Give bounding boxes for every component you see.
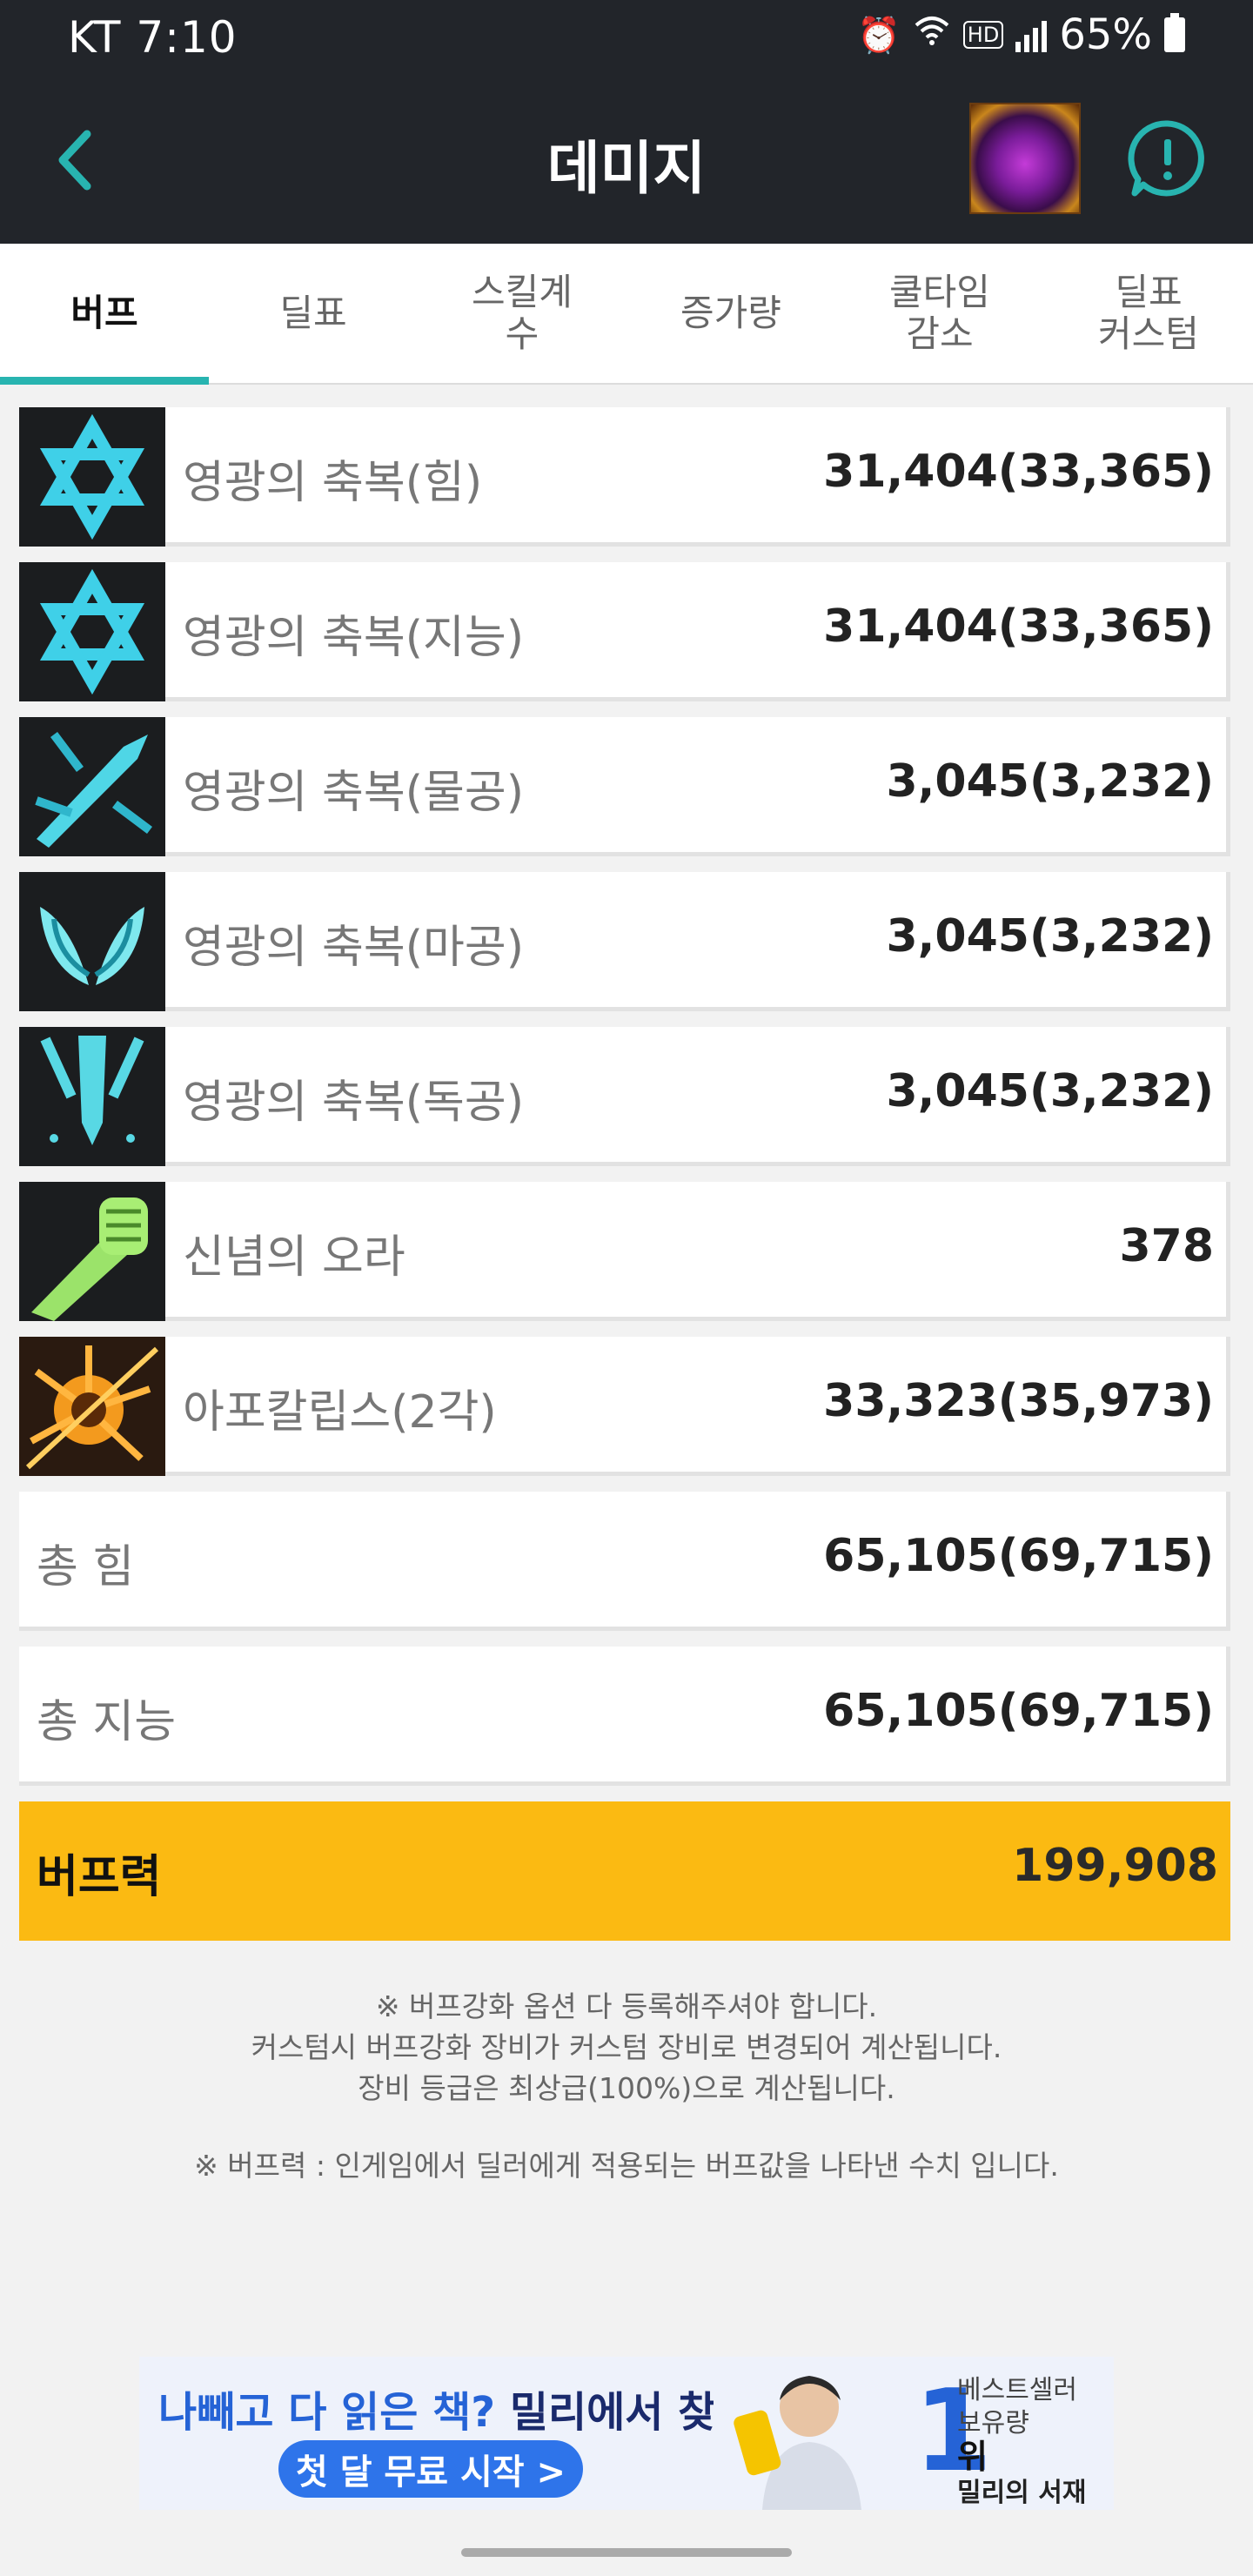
buff-row: 영광의 축복(독공) 3,045(3,232)	[19, 1027, 1230, 1166]
battery-icon	[1164, 13, 1185, 52]
tab-label: 증가량	[680, 291, 781, 334]
ad-side-text: 베스트셀러 보유량 위 밀리의 서재	[957, 2374, 1086, 2510]
tab-bar: 버프 딜표 스킬계 수 증가량 쿨타임 감소 딜표 커스텀	[0, 244, 1253, 385]
total-strength-row: 총 힘 65,105(69,715)	[19, 1492, 1230, 1631]
total-name: 총 힘	[37, 1541, 135, 1593]
ad-banner[interactable]: 나빼고 다 읽은 책? 밀리에서 찾아봐! 첫 달 무료 시작 > 1 베스트셀…	[139, 2357, 1114, 2510]
buff-row: 아포칼립스(2각) 33,323(35,973)	[19, 1337, 1230, 1476]
tab-label: 쿨타임 감소	[889, 270, 990, 355]
buff-power-label: 버프력	[37, 1851, 162, 1903]
buff-row: 영광의 축복(물공) 3,045(3,232)	[19, 717, 1230, 856]
buff-name: 영광의 축복(힘)	[183, 457, 483, 509]
explosion-icon	[19, 1337, 165, 1476]
ad-side-line: 위	[957, 2438, 988, 2476]
tab-skill-coefficient[interactable]: 스킬계 수	[418, 244, 626, 383]
buff-power-row: 버프력 199,908	[19, 1801, 1230, 1941]
status-icons: ⏰ HD 65%	[857, 10, 1185, 59]
note-line: 장비 등급은 최상급(100%)으로 계산됩니다.	[358, 2071, 895, 2105]
ad-person-image	[714, 2362, 879, 2510]
signal-icon	[1015, 17, 1048, 52]
ad-side-line: 보유량	[957, 2408, 1029, 2438]
total-name: 총 지능	[37, 1696, 177, 1748]
wings-icon	[19, 872, 165, 1011]
hd-icon: HD	[962, 21, 1004, 49]
buff-row: 신념의 오라 378	[19, 1182, 1230, 1321]
note-line: 커스텀시 버프강화 장비가 커스텀 장비로 변경되어 계산됩니다.	[251, 2030, 1002, 2064]
buff-row: 영광의 축복(힘) 31,404(33,365)	[19, 407, 1230, 547]
fist-icon	[19, 1182, 165, 1321]
sword-icon	[19, 717, 165, 856]
buff-value: 31,404(33,365)	[823, 446, 1214, 498]
alert-button[interactable]	[1128, 118, 1208, 198]
tab-deal-custom[interactable]: 딜표 커스텀	[1044, 244, 1253, 383]
buff-name: 영광의 축복(지능)	[183, 612, 524, 664]
buff-row: 영광의 축복(마공) 3,045(3,232)	[19, 872, 1230, 1011]
total-value: 65,105(69,715)	[823, 1530, 1214, 1582]
battery-percent: 65%	[1059, 10, 1152, 59]
tab-label: 딜표 커스텀	[1098, 270, 1199, 355]
dagger-icon	[19, 1027, 165, 1166]
buff-row: 영광의 축복(지능) 31,404(33,365)	[19, 562, 1230, 701]
ad-cta-button[interactable]: 첫 달 무료 시작 >	[278, 2440, 583, 2498]
tab-label: 버프	[70, 291, 138, 334]
buff-name: 영광의 축복(독공)	[183, 1077, 524, 1129]
ad-side-line: 베스트셀러	[957, 2375, 1077, 2405]
buff-value: 378	[1119, 1220, 1214, 1272]
hexagram-icon	[19, 562, 165, 701]
buff-name: 영광의 축복(마공)	[183, 922, 524, 974]
total-value: 65,105(69,715)	[823, 1685, 1214, 1737]
tab-cooldown[interactable]: 쿨타임 감소	[835, 244, 1044, 383]
buff-value: 33,323(35,973)	[823, 1375, 1214, 1427]
buff-power-value: 199,908	[1012, 1840, 1218, 1892]
home-indicator[interactable]	[461, 2548, 792, 2557]
app-bar: 데미지	[0, 77, 1253, 244]
footnotes: ※ 버프강화 옵션 다 등록해주셔야 합니다. 커스텀시 버프강화 장비가 커스…	[0, 1986, 1253, 2186]
buff-name: 아포칼립스(2각)	[183, 1386, 497, 1439]
note-line: ※ 버프강화 옵션 다 등록해주셔야 합니다.	[375, 1989, 878, 2023]
buff-name: 영광의 축복(물공)	[183, 767, 524, 819]
buff-value: 31,404(33,365)	[823, 600, 1214, 653]
total-intelligence-row: 총 지능 65,105(69,715)	[19, 1647, 1230, 1786]
alarm-icon: ⏰	[856, 15, 901, 56]
carrier-time: KT 7:10	[68, 12, 238, 63]
wifi-icon	[913, 13, 951, 57]
ad-brand: 밀리의 서재	[957, 2478, 1087, 2508]
ad-headline-part: 나빼고 다 읽은 책?	[158, 2388, 496, 2437]
buff-name: 신념의 오라	[183, 1231, 405, 1284]
buff-value: 3,045(3,232)	[886, 755, 1215, 808]
alert-icon	[1128, 120, 1204, 197]
tab-deal-table[interactable]: 딜표	[209, 244, 418, 383]
buff-value: 3,045(3,232)	[886, 910, 1215, 963]
tab-label: 스킬계 수	[472, 270, 573, 355]
tab-label: 딜표	[279, 291, 347, 334]
tab-buff[interactable]: 버프	[0, 244, 209, 385]
hexagram-icon	[19, 407, 165, 547]
buff-value: 3,045(3,232)	[886, 1065, 1215, 1117]
character-avatar[interactable]	[969, 103, 1081, 214]
status-bar: KT 7:10 ⏰ HD 65%	[0, 0, 1253, 77]
tab-increase[interactable]: 증가량	[626, 244, 835, 383]
note-line: ※ 버프력 : 인게임에서 딜러에게 적용되는 버프값을 나타낸 수치 입니다.	[194, 2149, 1059, 2183]
